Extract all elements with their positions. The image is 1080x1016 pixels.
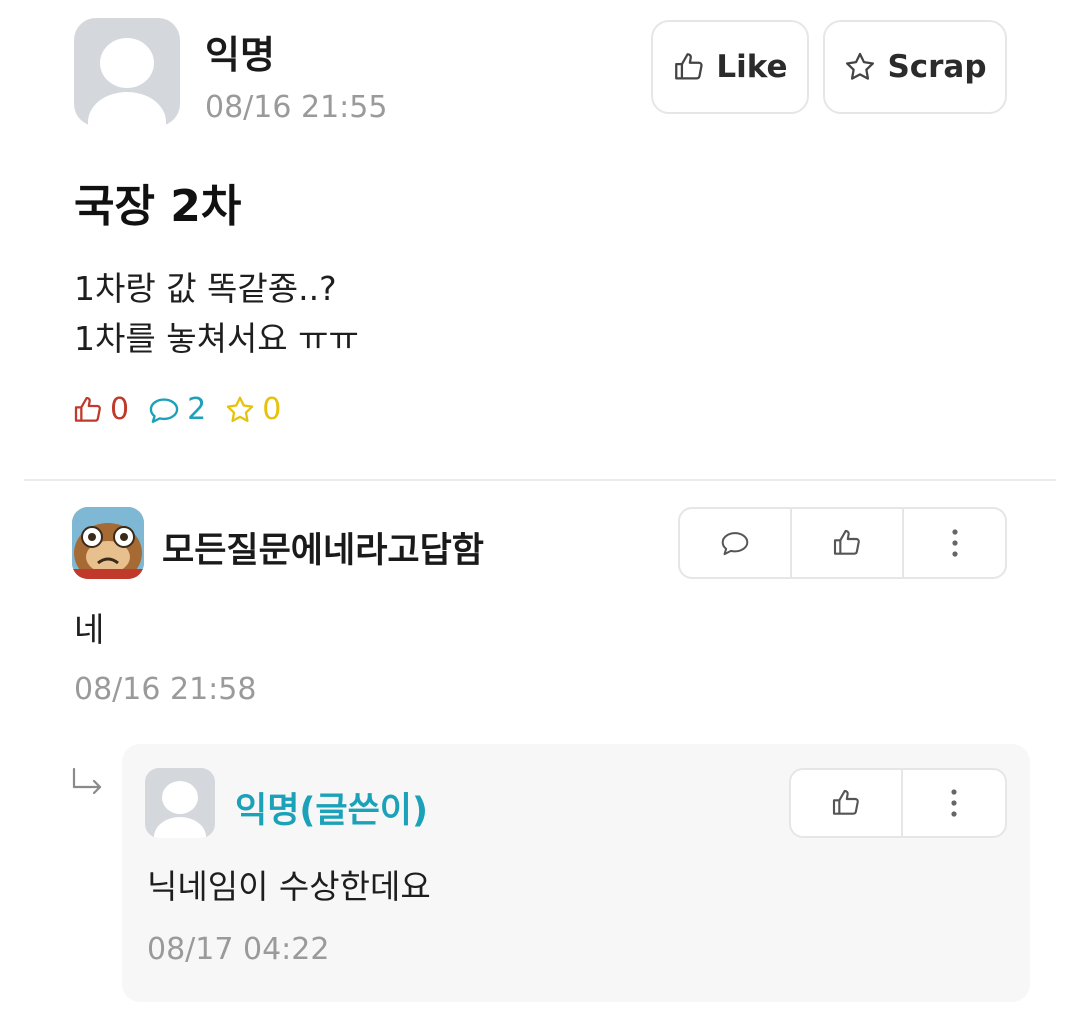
comment-stat: 2 — [147, 392, 206, 427]
thumbs-up-icon — [675, 53, 704, 80]
reply-arrow-icon — [72, 767, 102, 795]
post-title: 국장 2차 — [74, 181, 242, 232]
scrap-button-label: Scrap — [887, 49, 987, 85]
post-timestamp: 08/16 21:55 — [205, 90, 388, 125]
reply-author-avatar[interactable] — [145, 768, 215, 838]
comment-timestamp: 08/16 21:58 — [74, 672, 257, 707]
thumbs-up-icon — [833, 529, 860, 555]
comment-author-name[interactable]: 모든질문에네라고답함 — [162, 522, 484, 573]
scrap-count: 0 — [262, 392, 282, 427]
commenter-avatar[interactable] — [72, 507, 144, 579]
reply-like-button[interactable] — [791, 770, 903, 836]
comment-count: 2 — [187, 392, 207, 427]
thumbs-up-icon — [74, 396, 101, 422]
like-button[interactable]: Like — [651, 20, 809, 114]
post-stats: 0 2 0 — [72, 392, 281, 427]
star-icon — [846, 52, 875, 80]
speech-bubble-icon — [149, 397, 179, 423]
like-count: 0 — [110, 392, 130, 427]
vertical-dots-icon — [951, 789, 957, 817]
section-divider — [24, 479, 1056, 481]
reply-action-group — [789, 768, 1007, 838]
scrap-button[interactable]: Scrap — [823, 20, 1007, 114]
like-button-label: Like — [716, 49, 788, 85]
reply-comment-button[interactable] — [680, 509, 792, 577]
comment-text: 네 — [74, 610, 105, 649]
post-body-line-1: 1차랑 값 똑같죵..? — [74, 269, 337, 308]
reply-more-button[interactable] — [903, 770, 1005, 836]
post-body-line-2: 1차를 놓쳐서요 ㅠㅠ — [74, 319, 359, 358]
comment-action-group — [678, 507, 1007, 579]
reply-author-name[interactable]: 익명(글쓴이) — [235, 782, 428, 833]
reply-text: 닉네임이 수상한데요 — [147, 867, 431, 906]
thumbs-up-icon — [832, 789, 859, 815]
reply-timestamp: 08/17 04:22 — [147, 932, 330, 967]
scrap-stat: 0 — [224, 392, 281, 427]
post-author-name[interactable]: 익명 — [205, 24, 275, 79]
like-stat: 0 — [72, 392, 129, 427]
comment-like-button[interactable] — [792, 509, 904, 577]
speech-bubble-icon — [721, 532, 749, 556]
vertical-dots-icon — [951, 529, 958, 557]
star-icon — [226, 396, 254, 422]
author-avatar[interactable] — [74, 18, 180, 126]
comment-more-button[interactable] — [904, 509, 1005, 577]
